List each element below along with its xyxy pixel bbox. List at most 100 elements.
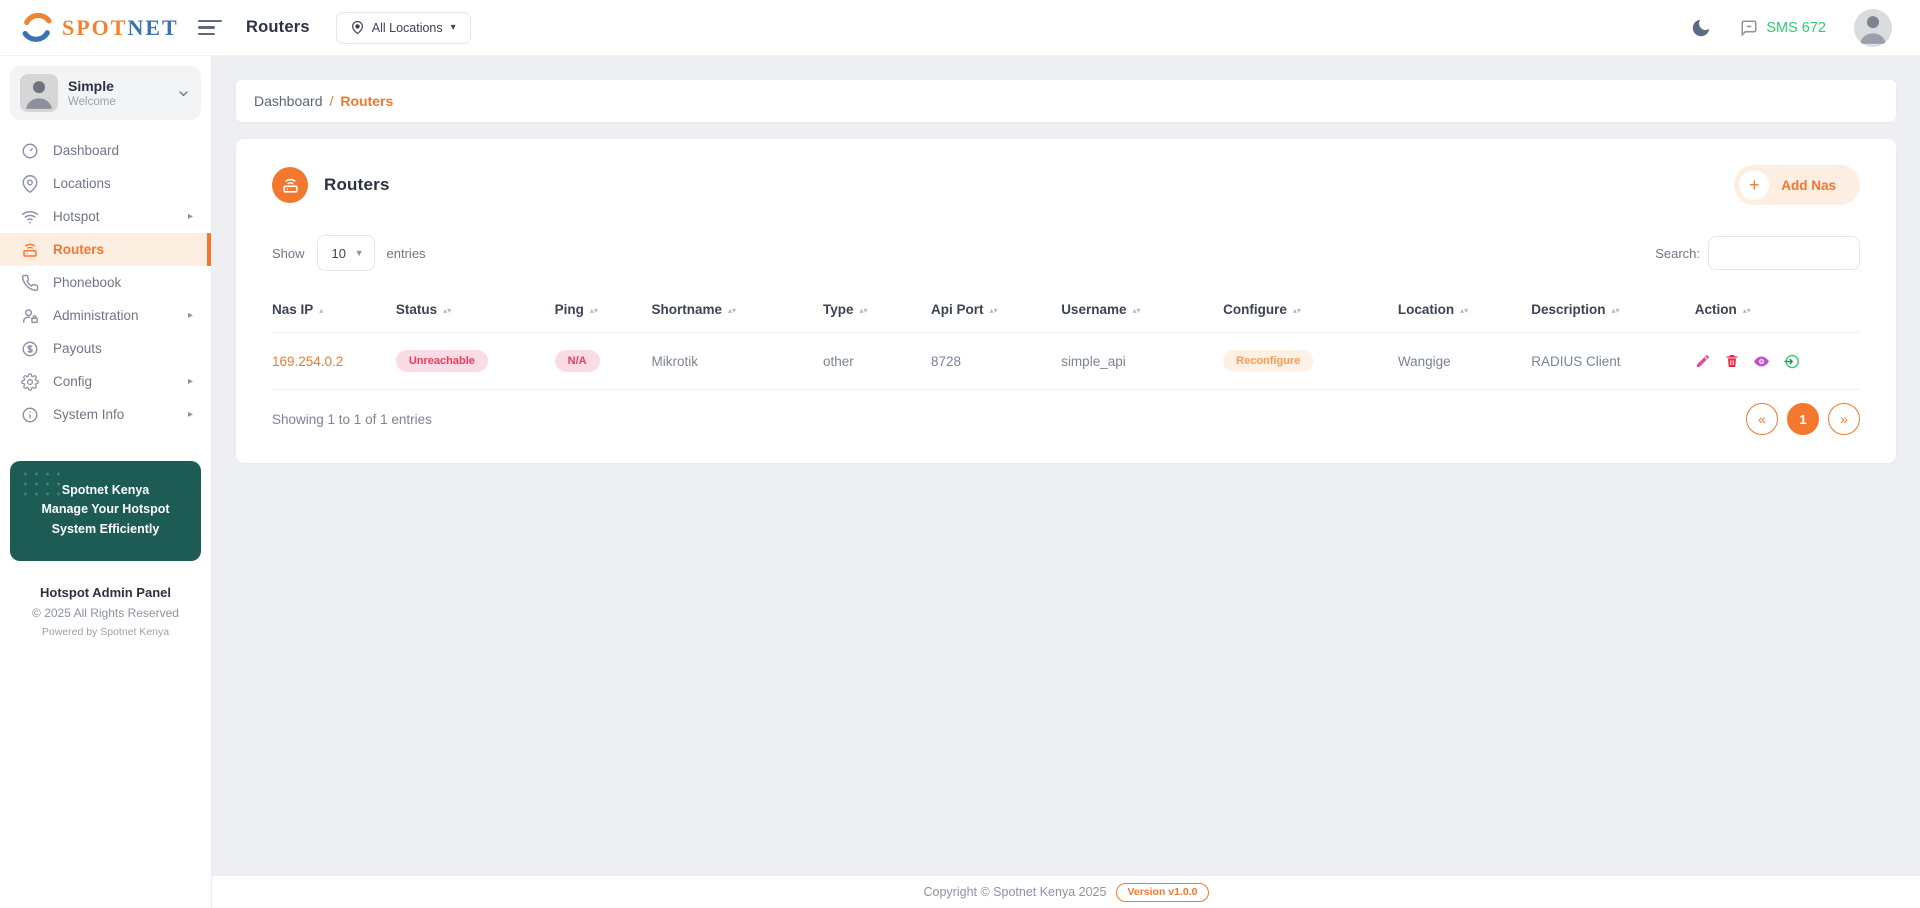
sort-asc-icon: ▴ [319,306,324,315]
sidebar-item-routers[interactable]: Routers [0,233,211,266]
user-lock-icon [22,308,38,323]
view-icon[interactable] [1753,353,1770,370]
breadcrumb-current: Routers [340,93,394,109]
moon-icon[interactable] [1690,17,1712,39]
pagination-prev-button[interactable]: « [1746,403,1778,435]
ping-badge: N/A [554,350,600,372]
sort-icon: ▴▾ [1292,306,1301,315]
table-row: 169.254.0.2 Unreachable N/A Mikrotik oth… [272,332,1860,390]
chevron-right-icon: ▸ [187,310,193,321]
column-header-action[interactable]: Action ▴▾ [1694,287,1860,333]
brand-logo: SPOTNET [0,9,212,47]
promo-line: Spotnet Kenya [61,483,150,497]
sidebar-nav: Dashboard Locations Hotspot ▸ Routers Ph… [0,134,211,431]
panel-name: Hotspot Admin Panel [40,585,171,601]
sidebar-item-locations[interactable]: Locations [0,167,211,200]
phone-icon [21,274,39,291]
app: SPOTNET Routers All Locations ▾ SMS 672 [0,0,1920,908]
column-header-shortname[interactable]: Shortname ▴▾ [651,287,824,333]
sort-icon: ▴▾ [1742,306,1751,315]
column-header-ping[interactable]: Ping ▴▾ [554,287,652,333]
chevron-down-icon [179,90,188,96]
column-header-nas-ip[interactable]: Nas IP ▴ [272,287,396,333]
sort-icon: ▴▾ [989,306,998,315]
sidebar-item-label: Administration [53,308,139,323]
info-icon [22,407,38,422]
sidebar-item-label: Hotspot [53,209,100,224]
sidebar-item-label: Config [53,374,93,389]
column-header-type[interactable]: Type ▴▾ [823,287,931,333]
login-icon[interactable] [1783,353,1800,370]
map-pin-icon [351,21,363,34]
column-header-api-port[interactable]: Api Port ▴▾ [930,287,1062,333]
edit-icon[interactable] [1695,353,1711,369]
showing-entries-text: Showing 1 to 1 of 1 entries [272,411,432,427]
wifi-icon [21,210,39,224]
search-input[interactable] [1708,236,1860,270]
router-icon [23,243,37,257]
router-icon [272,167,308,203]
promo-line: System Efficiently [51,521,160,536]
sidebar-item-label: System Info [53,407,125,422]
gear-icon [21,372,39,391]
chat-icon [1741,20,1757,37]
sidebar-item-label: Locations [53,176,111,191]
copyright-text: Copyright © Spotnet Kenya 2025 [923,885,1107,899]
sidebar-item-hotspot[interactable]: Hotspot ▸ [0,200,211,233]
delete-icon[interactable] [1724,353,1740,369]
location-selector[interactable]: All Locations ▾ [335,11,471,44]
column-header-description[interactable]: Description ▴▾ [1531,287,1695,333]
status-badge: Unreachable [395,350,488,372]
chevron-down-icon: ▼ [354,248,364,258]
sidebar-item-label: Routers [53,242,105,257]
topbar: SPOTNET Routers All Locations ▾ SMS 672 [0,0,1920,56]
user-name: Simple [68,78,114,94]
pagination-next-button[interactable]: » [1828,403,1860,435]
avatar[interactable] [1854,8,1892,47]
cell-type: other [823,332,931,390]
column-header-configure[interactable]: Configure ▴▾ [1223,287,1398,333]
routers-card: Routers + Add Nas Show 10 ▼ entries Sear… [236,139,1896,463]
search-label: Search: [1655,245,1700,261]
sidebar-item-phonebook[interactable]: Phonebook [0,266,211,299]
column-header-location[interactable]: Location ▴▾ [1397,287,1532,333]
sidebar-item-label: Dashboard [53,143,120,158]
page-size-select[interactable]: 10 ▼ [316,235,375,271]
powered-by-text: Powered by Spotnet Kenya [41,626,170,639]
column-header-status[interactable]: Status ▴▾ [395,287,555,333]
sidebar-item-config[interactable]: Config ▸ [0,365,211,398]
sort-icon: ▴▾ [728,306,737,315]
spotnet-swirl-icon [22,12,52,42]
reconfigure-button[interactable]: Reconfigure [1223,350,1314,372]
sidebar-item-label: Phonebook [53,275,122,290]
sms-balance[interactable]: SMS 672 [1740,19,1826,37]
promo-banner: Spotnet Kenya Manage Your Hotspot System… [10,461,201,562]
chevron-right-icon: ▸ [187,211,193,222]
breadcrumb: Dashboard / Routers [236,80,1896,122]
routers-table: Nas IP ▴ Status ▴▾ Ping ▴▾ Shortname ▴▾ Type… [272,287,1860,390]
sidebar-item-system-info[interactable]: System Info ▸ [0,398,211,431]
sidebar-footer: Hotspot Admin Panel © 2025 All Rights Re… [0,585,211,638]
show-label: Show [272,245,305,261]
sort-icon: ▴▾ [443,306,452,315]
pagination-page-1[interactable]: 1 [1787,403,1819,435]
plus-icon: + [1739,170,1770,200]
pagination: « 1 » [1746,403,1860,435]
cell-shortname: Mikrotik [651,332,824,390]
sort-icon: ▴▾ [589,306,598,315]
sort-icon: ▴▾ [859,306,868,315]
sidebar-item-administration[interactable]: Administration ▸ [0,299,211,332]
page-title: Routers [246,18,310,36]
sidebar-item-payouts[interactable]: Payouts [0,332,211,365]
hamburger-icon[interactable] [198,16,224,40]
sidebar-item-dashboard[interactable]: Dashboard [0,134,211,167]
user-card[interactable]: Simple Welcome [10,66,201,120]
cell-ping: N/A [554,332,652,390]
person-icon [1860,15,1886,44]
table-header-row: Nas IP ▴ Status ▴▾ Ping ▴▾ Shortname ▴▾ Type… [272,287,1860,333]
breadcrumb-dashboard-link[interactable]: Dashboard [254,93,323,109]
add-nas-label: Add Nas [1781,177,1836,193]
add-nas-button[interactable]: + Add Nas [1734,165,1860,205]
column-header-username[interactable]: Username ▴▾ [1061,287,1224,333]
map-pin-icon [22,174,38,193]
